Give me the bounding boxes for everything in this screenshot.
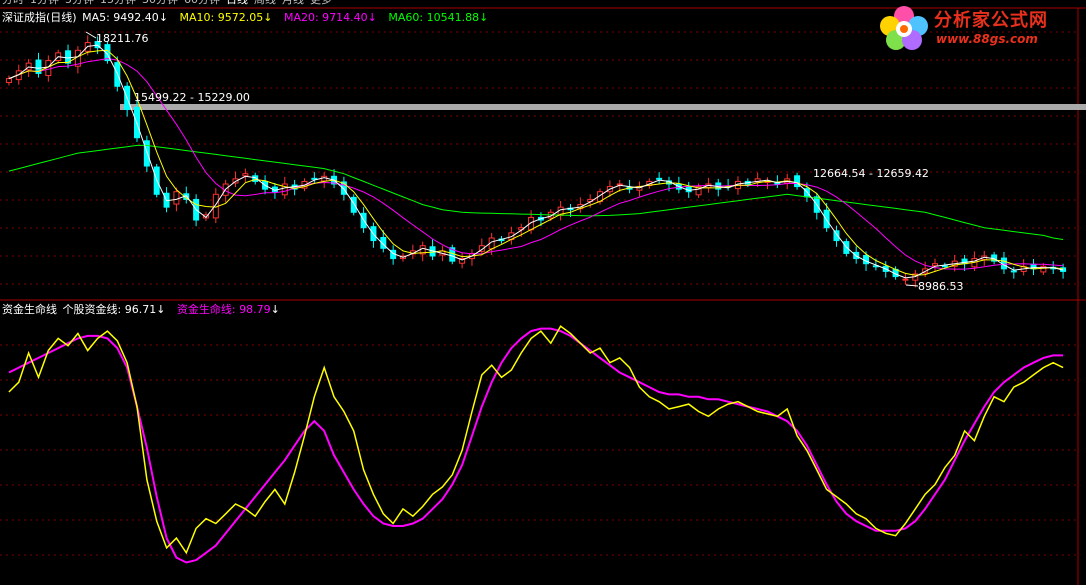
main-panel-title: 深证成指(日线) [2,11,77,24]
candle-down [143,140,150,167]
life-line-value: 资金生命线: 98.79 [176,303,271,316]
period-tab[interactable]: 分时 [2,0,24,6]
ma10-arrow-icon: ↓ [263,11,273,24]
annotation-high: 18211.76 [96,32,149,45]
period-tab[interactable]: 更多 [310,0,332,6]
ma60-value: MA60: 10541.88 [388,11,480,24]
main-panel-header: 深证成指(日线) MA5: 9492.40↓ MA10: 9572.05↓ MA… [2,11,488,25]
candle-up [321,175,328,182]
period-tab[interactable]: 30分钟 [142,0,178,6]
period-tab[interactable]: 日线 [226,0,248,6]
annotation-gap: 15499.22 - 15229.00 [134,91,250,104]
ma10-value: MA10: 9572.05 [179,11,264,24]
ma60-arrow-icon: ↓ [479,11,489,24]
period-toolbar[interactable]: 分时 1分钟 5分钟 15分钟 30分钟 60分钟日线周线月线更多 [2,0,338,7]
annotation-low: 8986.53 [918,280,964,293]
candle-down [863,254,870,265]
stock-chart[interactable]: 18211.76 15499.22 - 15229.00 12664.54 - … [0,0,1086,585]
fund-line-arrow-icon: ↓ [156,303,166,316]
fund-line-value: 个股资金线: 96.71 [62,303,157,316]
period-tab[interactable]: 60分钟 [184,0,220,6]
sub-panel-header: 资金生命线 个股资金线: 96.71↓ 资金生命线: 98.79↓ [2,303,280,317]
watermark-brand: 分析家公式网 [934,10,1048,31]
watermark-url: www.88gs.com [936,32,1038,46]
ma20-value: MA20: 9714.40 [283,11,368,24]
candle-up [932,263,938,267]
sub-panel-title: 资金生命线 [2,303,57,316]
flower-logo-icon [880,6,928,50]
period-tab[interactable]: 1分钟 [30,0,59,6]
candle-up [242,173,249,177]
period-tab[interactable]: 5分钟 [65,0,94,6]
period-tab[interactable]: 周线 [254,0,276,6]
period-tab[interactable]: 15分钟 [100,0,136,6]
gap-band [120,104,1086,110]
watermark-logo: 分析家公式网 www.88gs.com [876,4,1076,54]
ma5-value: MA5: 9492.40 [82,11,159,24]
candle-up [173,191,180,205]
candle-up [5,78,12,83]
life-line-arrow-icon: ↓ [270,303,280,316]
annotation-mid: 12664.54 - 12659.42 [813,167,929,180]
candle-down [941,265,948,268]
candle-down [350,196,357,213]
candle-up [902,278,909,281]
candle-down [656,177,663,180]
period-tab[interactable]: 月线 [282,0,304,6]
ma5-arrow-icon: ↓ [158,11,169,24]
ma20-arrow-icon: ↓ [367,11,377,24]
candle-down [1010,270,1017,273]
candle-down [823,209,830,229]
